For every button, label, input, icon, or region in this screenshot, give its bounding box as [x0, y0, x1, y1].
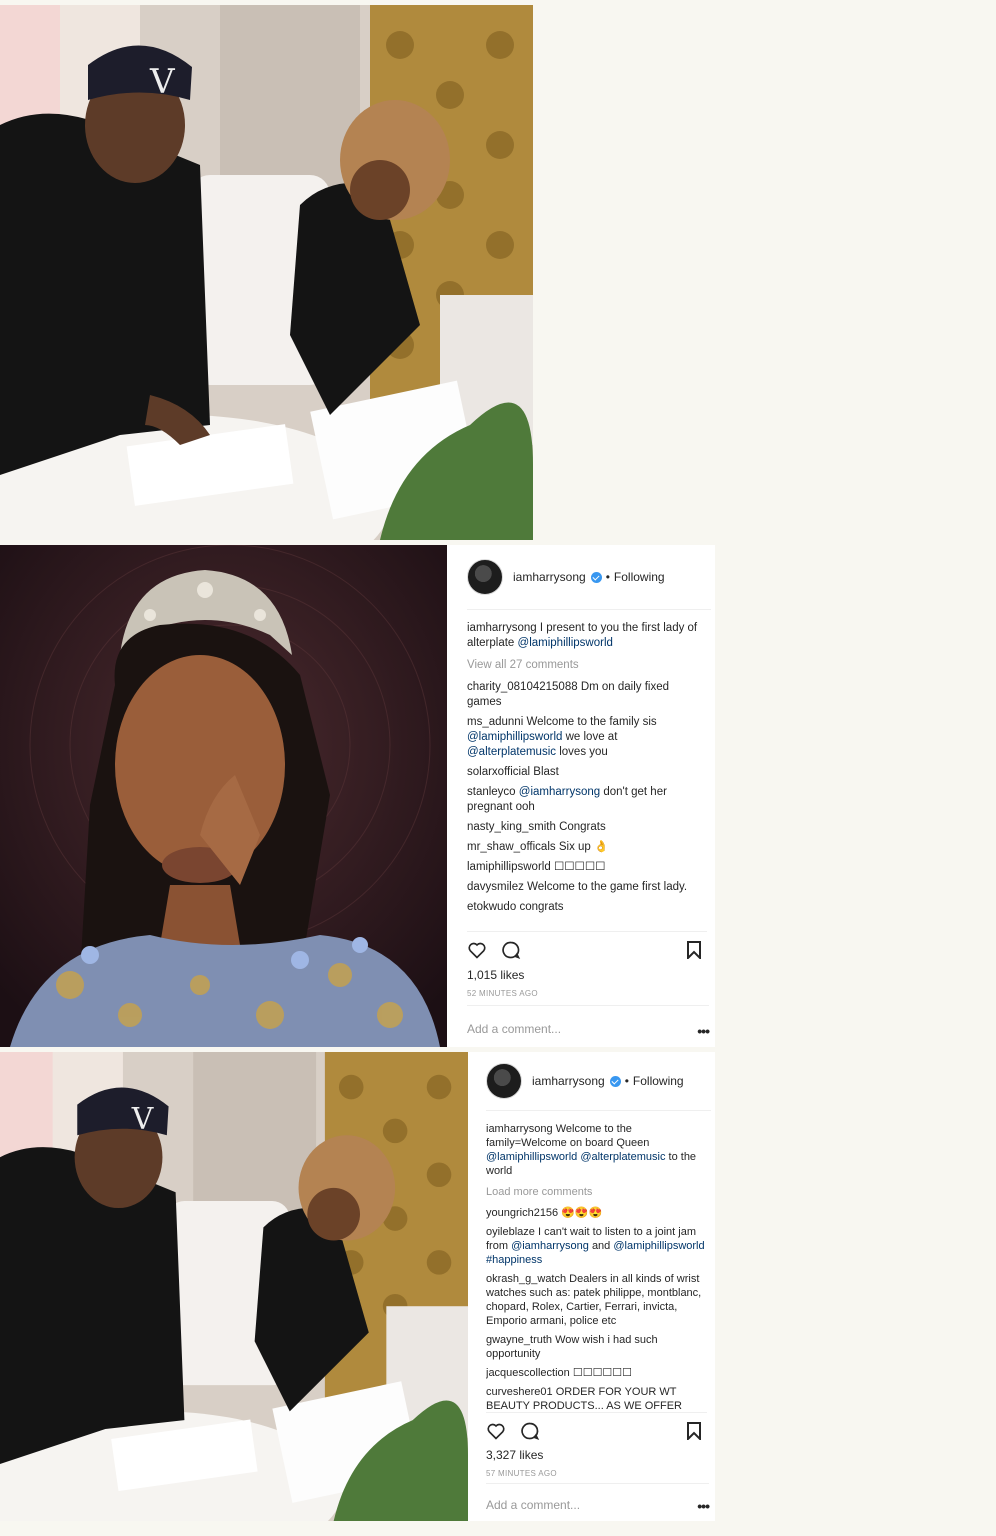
- timestamp: 52 MINUTES AGO: [467, 989, 538, 998]
- username-link[interactable]: iamharrysong: [532, 1074, 605, 1088]
- comment-username[interactable]: gwayne_truth: [486, 1334, 552, 1346]
- comment-username[interactable]: solarxofficial: [467, 766, 530, 778]
- likes-count[interactable]: 1,015 likes: [467, 968, 524, 982]
- post-header: iamharrysong • Following: [486, 1052, 711, 1111]
- comment-text: and: [591, 1240, 611, 1252]
- list-item: youngrich2156 😍😍😍: [486, 1206, 705, 1220]
- avatar[interactable]: [467, 559, 503, 595]
- comment-username[interactable]: okrash_g_watch: [486, 1273, 566, 1285]
- comment-text: Welcome to the family sis: [526, 716, 657, 728]
- caption-mention[interactable]: @lamiphillipsworld: [486, 1151, 577, 1163]
- svg-text:V: V: [149, 62, 176, 102]
- comment-mention[interactable]: @alterplatemusic: [467, 746, 556, 758]
- signing-photo-bottom: V: [0, 1052, 468, 1521]
- add-comment-placeholder: Add a comment...: [467, 1022, 562, 1036]
- avatar[interactable]: [486, 1063, 522, 1099]
- more-options-icon[interactable]: •••: [697, 1023, 710, 1039]
- load-more-comments-link[interactable]: Load more comments: [486, 1185, 705, 1199]
- caption-mention[interactable]: @alterplatemusic: [580, 1151, 665, 1163]
- list-item: ms_adunni Welcome to the family sis @lam…: [467, 715, 705, 760]
- add-comment-input[interactable]: Add a comment... •••: [486, 1483, 710, 1536]
- comment-icon[interactable]: [501, 940, 521, 960]
- signing-photo-top: V: [0, 5, 533, 540]
- list-item: oyileblaze I can't wait to listen to a j…: [486, 1225, 705, 1267]
- comment-hashtag[interactable]: #happiness: [486, 1254, 542, 1266]
- comment-text: Blast: [533, 766, 559, 778]
- comment-username[interactable]: jacquescollection: [486, 1367, 570, 1379]
- following-button[interactable]: Following: [633, 1074, 684, 1088]
- caption-username[interactable]: iamharrysong: [486, 1123, 553, 1135]
- following-button[interactable]: Following: [614, 570, 665, 584]
- post-header: iamharrysong • Following: [467, 545, 711, 610]
- list-item: lamiphillipsworld ☐☐☐☐☐: [467, 860, 705, 875]
- username-link[interactable]: iamharrysong: [513, 570, 586, 584]
- list-item: mr_shaw_officals Six up 👌: [467, 840, 705, 855]
- list-item: okrash_g_watch Dealers in all kinds of w…: [486, 1272, 705, 1328]
- heart-icon[interactable]: [486, 1421, 506, 1441]
- comment-text: Six up 👌: [558, 841, 609, 853]
- post-panel-1: iamharrysong • Following iamharrysong I …: [447, 545, 715, 1047]
- add-comment-placeholder: Add a comment...: [486, 1498, 581, 1512]
- list-item: curveshere01 ORDER FOR YOUR WT BEAUTY PR…: [486, 1385, 705, 1412]
- action-bar: [467, 931, 707, 964]
- portrait-photo: [0, 545, 447, 1047]
- bookmark-icon[interactable]: [687, 1422, 701, 1440]
- comment-icon[interactable]: [520, 1421, 540, 1441]
- comment-username[interactable]: charity_08104215088: [467, 681, 578, 693]
- comment-text: we love at: [565, 731, 618, 743]
- list-item: jacquescollection ☐☐☐☐☐☐: [486, 1366, 705, 1380]
- list-item: etokwudo congrats: [467, 900, 705, 915]
- comments-list: iamharrysong I present to you the first …: [467, 621, 705, 931]
- comment-mention[interactable]: @lamiphillipsworld: [467, 731, 562, 743]
- comment-username[interactable]: mr_shaw_officals: [467, 841, 556, 853]
- comment-text: congrats: [519, 901, 564, 913]
- heart-icon[interactable]: [467, 940, 487, 960]
- separator-dot: •: [624, 1074, 629, 1088]
- comment-text: loves you: [559, 746, 608, 758]
- action-bar: [486, 1412, 707, 1445]
- comment-username[interactable]: curveshere01: [486, 1386, 553, 1398]
- comment-text: Congrats: [559, 821, 606, 833]
- comment-mention[interactable]: @iamharrysong: [519, 786, 600, 798]
- comment-username[interactable]: lamiphillipsworld: [467, 861, 551, 873]
- svg-text:V: V: [131, 1102, 154, 1137]
- comment-text: Welcome to the game first lady.: [527, 881, 688, 893]
- separator-dot: •: [605, 570, 610, 584]
- comment-username[interactable]: ms_adunni: [467, 716, 523, 728]
- comment-mention[interactable]: @lamiphillipsworld: [613, 1240, 704, 1252]
- timestamp: 57 MINUTES AGO: [486, 1469, 557, 1478]
- comment-text: 😍😍😍: [561, 1207, 603, 1219]
- post-panel-2: iamharrysong • Following iamharrysong We…: [468, 1052, 715, 1521]
- list-item: charity_08104215088 Dm on daily fixed ga…: [467, 680, 705, 710]
- caption-username[interactable]: iamharrysong: [467, 622, 537, 634]
- likes-count[interactable]: 3,327 likes: [486, 1448, 543, 1462]
- comment-text: ☐☐☐☐☐☐: [572, 1367, 633, 1379]
- caption: iamharrysong Welcome to the family=Welco…: [486, 1122, 705, 1178]
- caption: iamharrysong I present to you the first …: [467, 621, 705, 651]
- comment-username[interactable]: oyileblaze: [486, 1226, 535, 1238]
- list-item: gwayne_truth Wow wish i had such opportu…: [486, 1333, 705, 1361]
- more-options-icon[interactable]: •••: [697, 1498, 710, 1514]
- comment-username[interactable]: stanleyco: [467, 786, 516, 798]
- view-all-comments-link[interactable]: View all 27 comments: [467, 658, 705, 673]
- verified-badge-icon: [609, 1075, 621, 1087]
- list-item: davysmilez Welcome to the game first lad…: [467, 880, 705, 895]
- comment-username[interactable]: nasty_king_smith: [467, 821, 556, 833]
- bookmark-icon[interactable]: [687, 941, 701, 959]
- comment-text: ☐☐☐☐☐: [553, 861, 606, 873]
- comment-mention[interactable]: @iamharrysong: [511, 1240, 589, 1252]
- comment-username[interactable]: youngrich2156: [486, 1207, 558, 1219]
- caption-mention[interactable]: @lamiphillipsworld: [518, 637, 613, 649]
- list-item: nasty_king_smith Congrats: [467, 820, 705, 835]
- comment-username[interactable]: davysmilez: [467, 881, 524, 893]
- verified-badge-icon: [590, 571, 602, 583]
- list-item: solarxofficial Blast: [467, 765, 705, 780]
- list-item: stanleyco @iamharrysong don't get her pr…: [467, 785, 705, 815]
- comment-username[interactable]: etokwudo: [467, 901, 516, 913]
- comments-list: iamharrysong Welcome to the family=Welco…: [486, 1122, 705, 1412]
